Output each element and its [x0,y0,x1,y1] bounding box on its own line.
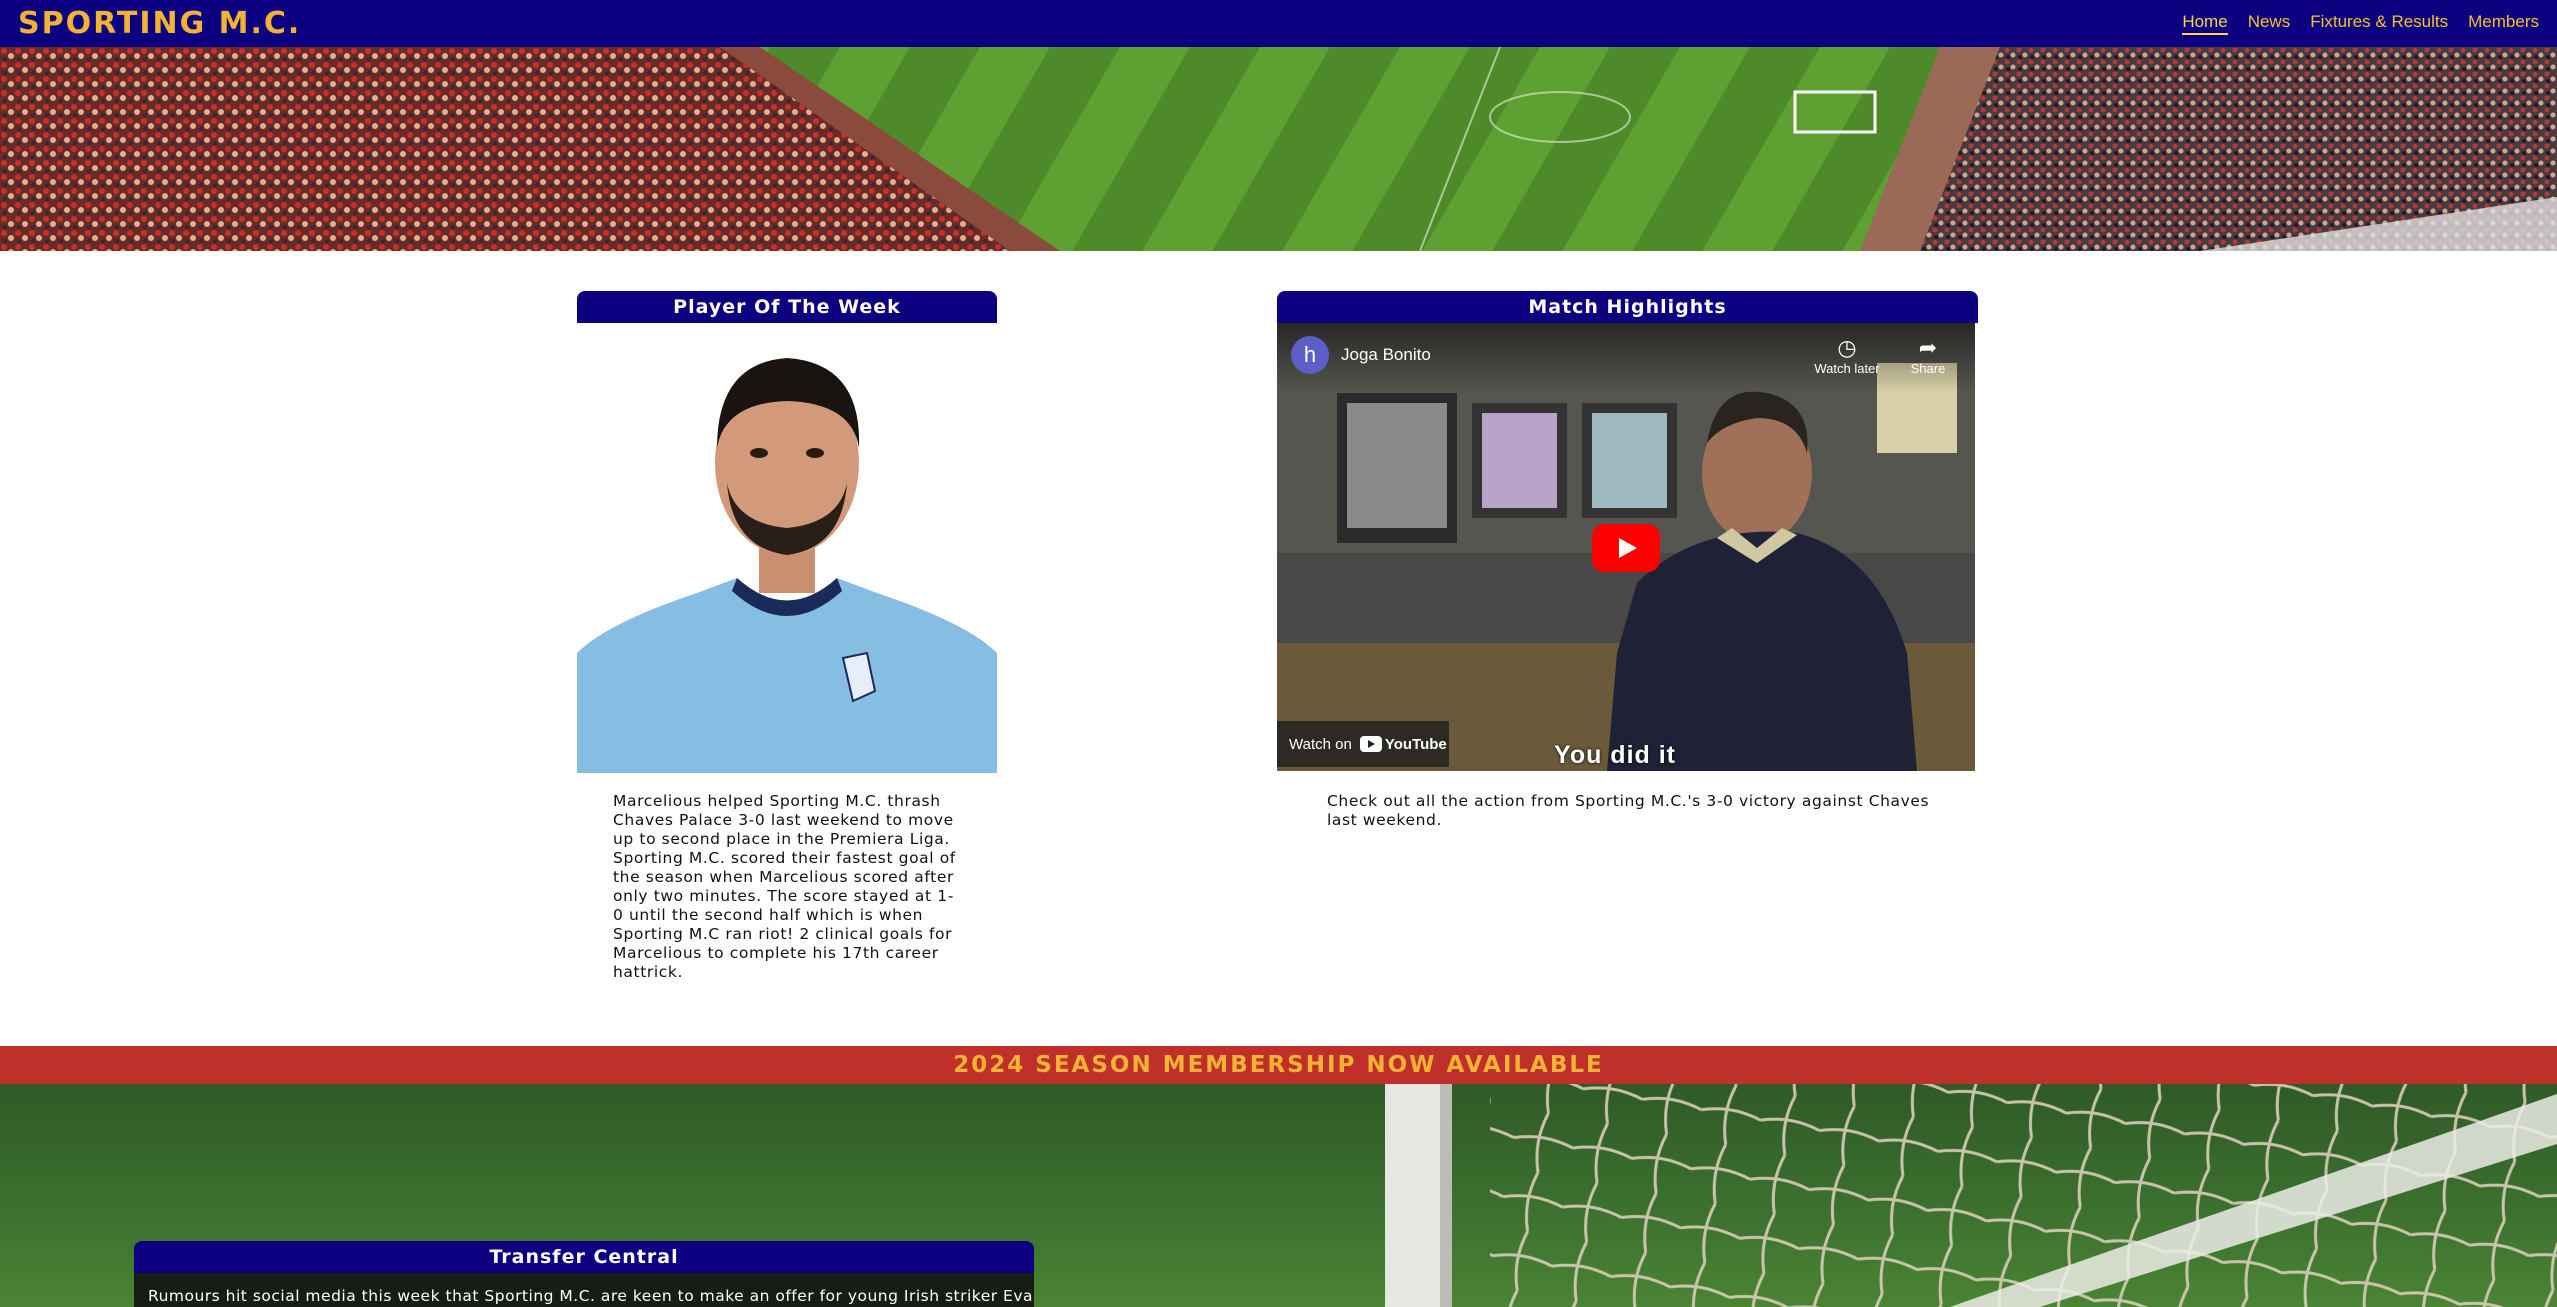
watch-on-youtube-button[interactable]: Watch on YouTube [1277,721,1449,767]
youtube-video-embed[interactable]: h Joga Bonito ◷ Watch later ➦ Share You … [1277,323,1975,771]
clock-icon: ◷ [1837,335,1857,360]
channel-name[interactable]: Joga Bonito [1341,345,1431,365]
player-of-week-title: Player Of The Week [577,291,997,323]
player-portrait [577,358,997,773]
stadium-hero-image [0,47,2557,251]
nav-members[interactable]: Members [2468,12,2539,35]
play-button[interactable] [1592,524,1660,572]
share-button[interactable]: ➦ Share [1888,335,1968,376]
watch-later-button[interactable]: ◷ Watch later [1807,335,1887,376]
brand-logo[interactable]: SPORTING M.C. [18,6,301,41]
nav-fixtures-results[interactable]: Fixtures & Results [2310,12,2448,35]
match-highlights-title: Match Highlights [1277,291,1978,323]
transfer-central-text: Rumours hit social media this week that … [134,1273,1034,1307]
match-highlights-text: Check out all the action from Sporting M… [1327,792,1930,829]
top-navbar: SPORTING M.C. Home News Fixtures & Resul… [0,0,2557,47]
share-icon: ➦ [1918,335,1938,360]
nav-home[interactable]: Home [2182,12,2228,35]
youtube-play-icon [1359,736,1382,752]
stadium-illustration [0,47,2557,251]
player-photo [577,323,997,773]
watch-later-label: Watch later [1814,361,1880,376]
transfer-central-title: Transfer Central [134,1241,1034,1273]
video-caption: You did it [1554,741,1677,769]
watch-on-label: Watch on [1289,735,1352,753]
nav-news[interactable]: News [2248,12,2291,35]
nav-links: Home News Fixtures & Results Members [2182,12,2539,35]
youtube-logo-text: YouTube [1384,735,1447,753]
channel-avatar[interactable]: h [1291,336,1329,374]
player-of-week-text: Marcelious helped Sporting M.C. thrash C… [613,792,956,981]
share-label: Share [1910,361,1946,376]
youtube-logo: YouTube [1359,735,1447,753]
membership-banner[interactable]: 2024 SEASON MEMBERSHIP NOW AVAILABLE [0,1046,2557,1084]
